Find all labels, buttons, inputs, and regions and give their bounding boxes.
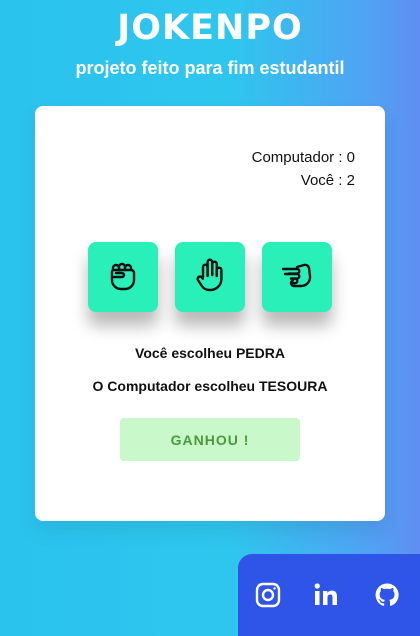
player-choice-text: Você escolheu PEDRA	[135, 345, 285, 361]
outcome-badge: GANHOU !	[120, 418, 300, 461]
computer-score: Computador : 0	[251, 149, 355, 166]
app-title: JOKENPO	[117, 8, 303, 48]
rock-button[interactable]	[88, 242, 158, 312]
paper-button[interactable]	[175, 242, 245, 312]
computer-choice-text: O Computador escolheu TESOURA	[92, 378, 328, 394]
scissors-hand-icon	[279, 257, 315, 298]
social-bar	[238, 554, 420, 636]
github-icon[interactable]	[371, 579, 403, 611]
instagram-icon[interactable]	[252, 579, 284, 611]
scissors-button[interactable]	[262, 242, 332, 312]
player-score: Você : 2	[300, 172, 355, 189]
app-subtitle: projeto feito para fim estudantil	[75, 58, 345, 78]
game-card: Computador : 0 Você : 2 Você escolheu PE…	[35, 106, 385, 521]
fist-icon	[105, 257, 141, 298]
linkedin-icon[interactable]	[310, 579, 342, 611]
open-hand-icon	[192, 257, 228, 298]
